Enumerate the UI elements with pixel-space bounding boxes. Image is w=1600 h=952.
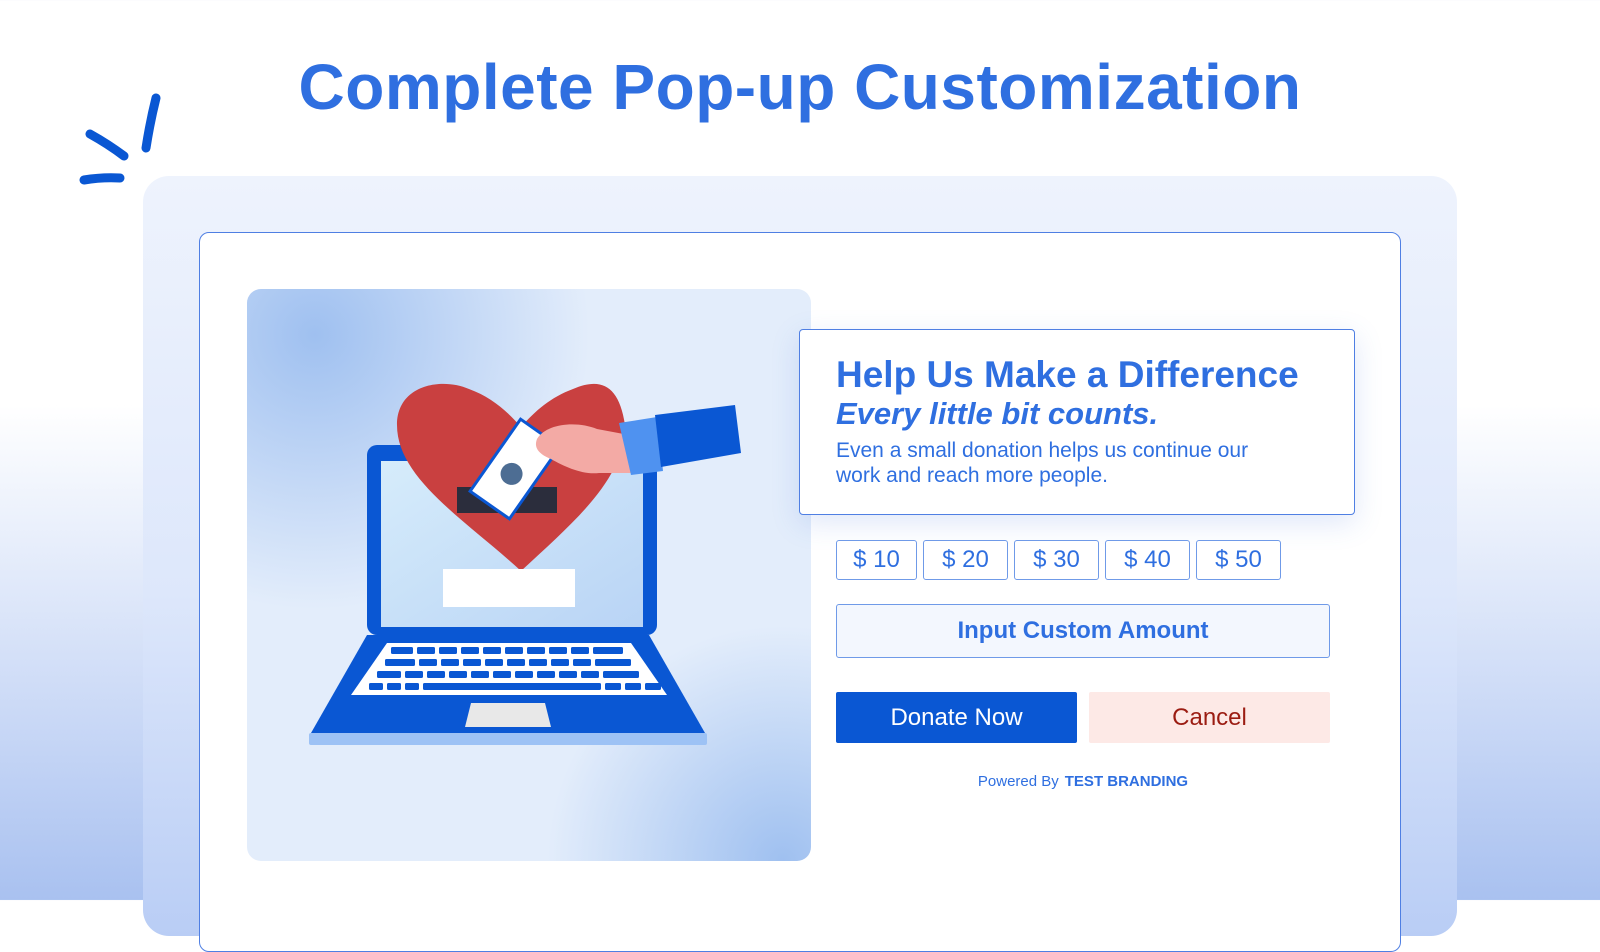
amount-40-button[interactable]: $ 40 <box>1105 540 1190 580</box>
custom-amount-button[interactable]: Input Custom Amount <box>836 604 1330 658</box>
popup-subheading: Every little bit counts. <box>836 396 1159 431</box>
donate-now-button[interactable]: Donate Now <box>836 692 1077 743</box>
amount-10-button[interactable]: $ 10 <box>836 540 917 580</box>
message-card: Help Us Make a Difference Every little b… <box>799 329 1355 515</box>
powered-by: Powered By TEST BRANDING <box>836 773 1330 790</box>
brand-link[interactable]: TEST BRANDING <box>1065 773 1188 790</box>
donation-popup: Help Us Make a Difference Every little b… <box>199 232 1401 952</box>
cancel-button[interactable]: Cancel <box>1089 692 1330 743</box>
powered-by-label: Powered By <box>977 773 1059 790</box>
popup-body-text: Even a small donation helps us continue … <box>836 439 1249 487</box>
amount-20-button[interactable]: $ 20 <box>923 540 1008 580</box>
amount-50-button[interactable]: $ 50 <box>1196 540 1281 580</box>
amount-options: $ 10 $ 20 $ 30 $ 40 $ 50 <box>836 540 1281 580</box>
laptop-heart-donation-illustration <box>247 289 811 861</box>
popup-heading: Help Us Make a Difference <box>836 354 1299 395</box>
page-title: Complete Pop-up Customization <box>298 51 1302 123</box>
sparkle-lines-icon <box>79 93 161 185</box>
amount-30-button[interactable]: $ 30 <box>1014 540 1099 580</box>
